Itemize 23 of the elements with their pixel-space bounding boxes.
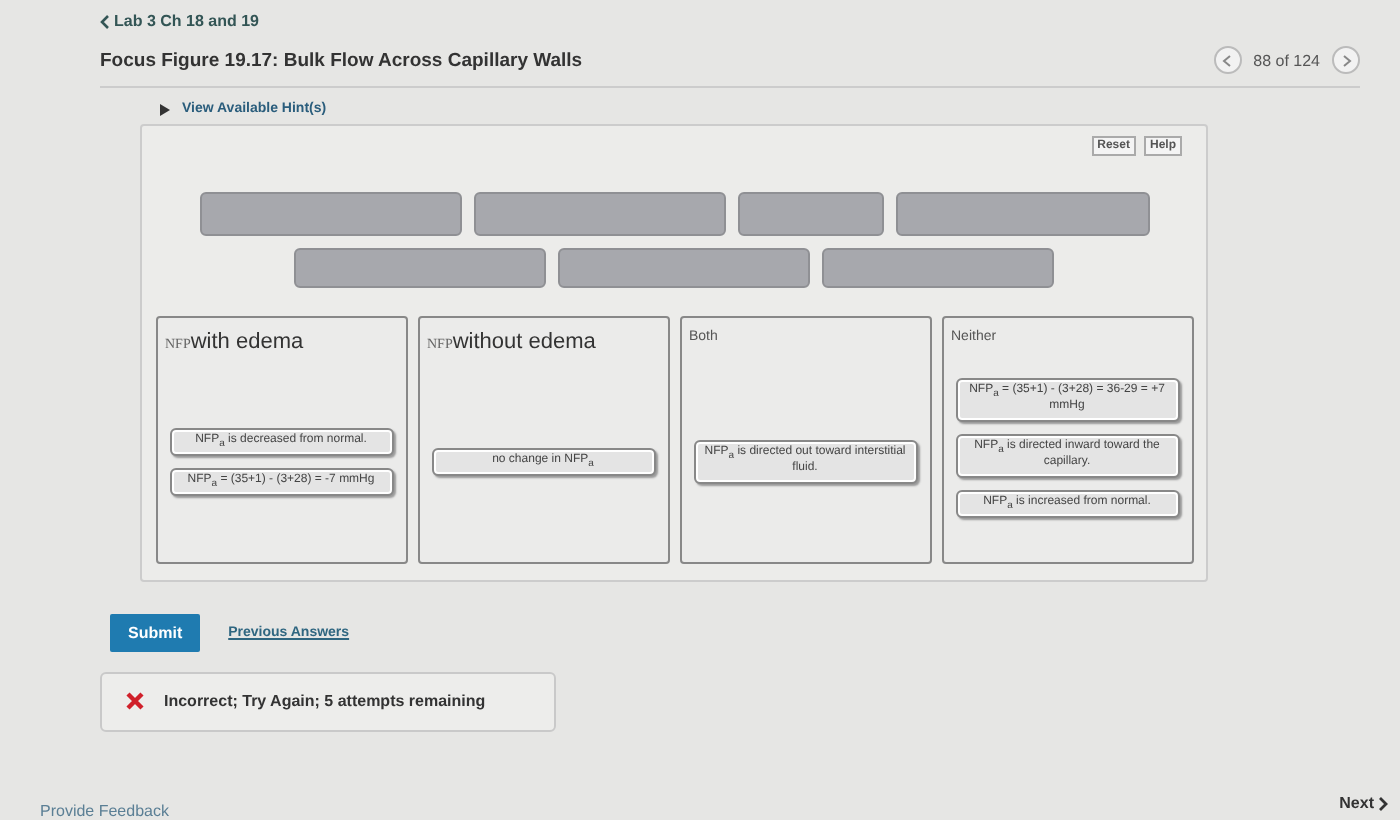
- previous-button[interactable]: [1213, 46, 1242, 74]
- next-button[interactable]: [1332, 46, 1360, 74]
- triangle-icon: [160, 103, 170, 115]
- empty-drop-slot[interactable]: [199, 192, 461, 236]
- back-link[interactable]: Lab 3 Ch 18 and 19: [100, 12, 259, 30]
- page-counter: 88 of 124: [1253, 51, 1320, 69]
- chevron-left-icon: [1222, 53, 1233, 67]
- empty-drop-slot[interactable]: [558, 248, 810, 288]
- empty-drop-slot[interactable]: [822, 248, 1054, 288]
- feedback-message: Incorrect; Try Again; 5 attempts remaining: [164, 692, 486, 710]
- chevron-left-icon: [100, 13, 110, 29]
- chevron-right-icon: [1378, 795, 1388, 811]
- empty-drop-slot[interactable]: [895, 192, 1149, 236]
- submit-button[interactable]: Submit: [110, 614, 201, 652]
- provide-feedback-link[interactable]: Provide Feedback: [40, 802, 169, 820]
- next-link[interactable]: Next: [1339, 794, 1388, 812]
- category-title: with edema: [190, 330, 304, 354]
- empty-drop-slot[interactable]: [737, 192, 883, 236]
- empty-drop-slot[interactable]: [294, 248, 546, 288]
- category-title: without edema: [452, 330, 596, 354]
- empty-drop-slot[interactable]: [473, 192, 725, 236]
- chevron-right-icon: [1341, 53, 1351, 67]
- page-title: Focus Figure 19.17: Bulk Flow Across Capillary Walls: [100, 49, 583, 71]
